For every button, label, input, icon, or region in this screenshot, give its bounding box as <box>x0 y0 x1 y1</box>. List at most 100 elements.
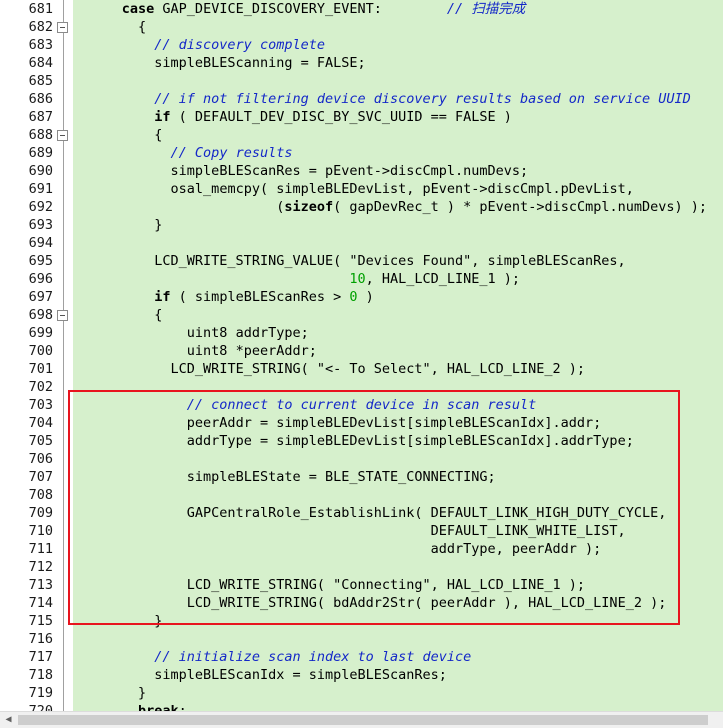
comment-token: // connect to current device in scan res… <box>186 397 537 413</box>
code-line[interactable]: 10, HAL_LCD_LINE_1 ); <box>73 270 520 288</box>
line-number: 698 <box>28 307 53 323</box>
line-number: 703 <box>28 397 53 413</box>
line-number: 699 <box>28 325 53 341</box>
code-line[interactable]: break; <box>73 702 187 711</box>
code-token: LCD_WRITE_STRING_VALUE( "Devices Found",… <box>154 253 626 269</box>
comment-token: // initialize scan index to last device <box>154 649 472 665</box>
comment-token: // discovery complete <box>154 37 325 53</box>
code-token: ) <box>357 289 374 305</box>
code-line[interactable]: { <box>73 18 146 36</box>
code-token: LCD_WRITE_STRING( bdAddr2Str( peerAddr )… <box>186 595 667 611</box>
line-number: 684 <box>28 55 53 71</box>
line-number: 702 <box>28 379 53 395</box>
code-line[interactable]: LCD_WRITE_STRING_VALUE( "Devices Found",… <box>73 252 626 270</box>
scroll-left-arrow-icon[interactable]: ◀ <box>0 712 17 728</box>
number-token: 10 <box>349 271 366 287</box>
code-token: LCD_WRITE_STRING( "<- To Select", HAL_LC… <box>170 361 586 377</box>
code-token: } <box>154 613 163 629</box>
code-line[interactable]: } <box>73 216 162 234</box>
code-token: ; <box>178 703 187 711</box>
keyword-token: if <box>154 109 171 125</box>
code-line[interactable]: // initialize scan index to last device <box>73 648 471 666</box>
code-token: uint8 addrType; <box>186 325 309 341</box>
code-token: , HAL_LCD_LINE_1 ); <box>365 271 521 287</box>
code-token: simpleBLEScanIdx = simpleBLEScanRes; <box>154 667 447 683</box>
line-number: 710 <box>28 523 53 539</box>
code-line[interactable]: simpleBLEScanRes = pEvent->discCmpl.numD… <box>73 162 529 180</box>
line-number: 718 <box>28 667 53 683</box>
line-number: 714 <box>28 595 53 611</box>
line-number: 701 <box>28 361 53 377</box>
code-token: { <box>138 19 147 35</box>
code-line[interactable]: simpleBLEScanning = FALSE; <box>73 54 366 72</box>
code-editor[interactable]: 681 682 683 684 685 686 687 688 689 690 691 692 693 6… <box>0 0 723 711</box>
code-line[interactable]: simpleBLEState = BLE_STATE_CONNECTING; <box>73 468 496 486</box>
line-number: 715 <box>28 613 53 629</box>
code-line[interactable]: LCD_WRITE_STRING( "Connecting", HAL_LCD_… <box>73 576 585 594</box>
keyword-token: sizeof <box>284 199 334 215</box>
code-line[interactable]: uint8 addrType; <box>73 324 309 342</box>
code-token: } <box>154 217 163 233</box>
line-number: 720 <box>28 703 53 711</box>
code-token: ( simpleBLEScanRes > <box>170 289 350 305</box>
code-line[interactable]: // if not filtering device discovery res… <box>73 90 691 108</box>
code-token: uint8 *peerAddr; <box>186 343 317 359</box>
line-number: 683 <box>28 37 53 53</box>
code-line[interactable]: addrType, peerAddr ); <box>73 540 602 558</box>
line-number: 697 <box>28 289 53 305</box>
keyword-token: break <box>138 703 179 711</box>
comment-token: // 扫描完成 <box>446 1 526 17</box>
code-line[interactable]: (sizeof( gapDevRec_t ) * pEvent->discCmp… <box>73 198 707 216</box>
code-token: ( DEFAULT_DEV_DISC_BY_SVC_UUID == FALSE … <box>170 109 512 125</box>
keyword-token: if <box>154 289 171 305</box>
code-token: peerAddr = simpleBLEDevList[simpleBLESca… <box>186 415 602 431</box>
code-line[interactable]: // Copy results <box>73 144 293 162</box>
keyword-token: case <box>121 1 155 17</box>
code-token: addrType = simpleBLEDevList[simpleBLESca… <box>186 433 634 449</box>
line-number: 681 <box>28 1 53 17</box>
code-text-area[interactable]: case GAP_DEVICE_DISCOVERY_EVENT: // 扫描完成… <box>73 0 723 711</box>
number-token: 0 <box>349 289 358 305</box>
code-line[interactable]: // connect to current device in scan res… <box>73 396 537 414</box>
code-line[interactable]: osal_memcpy( simpleBLEDevList, pEvent->d… <box>73 180 634 198</box>
code-line[interactable]: peerAddr = simpleBLEDevList[simpleBLESca… <box>73 414 602 432</box>
code-line[interactable]: simpleBLEScanIdx = simpleBLEScanRes; <box>73 666 447 684</box>
line-number-gutter: 681 682 683 684 685 686 687 688 689 690 691 692 693 6… <box>0 0 57 711</box>
line-number: 692 <box>28 199 53 215</box>
code-line[interactable]: } <box>73 684 146 702</box>
line-number: 707 <box>28 469 53 485</box>
code-line[interactable]: LCD_WRITE_STRING( bdAddr2Str( peerAddr )… <box>73 594 667 612</box>
code-token: simpleBLEScanning = FALSE; <box>154 55 366 71</box>
line-number: 682 <box>28 19 53 35</box>
code-line[interactable]: uint8 *peerAddr; <box>73 342 317 360</box>
code-token: GAP_DEVICE_DISCOVERY_EVENT: <box>154 1 447 17</box>
fold-minus-icon[interactable] <box>57 22 68 33</box>
horizontal-scrollbar[interactable]: ◀ <box>0 711 723 728</box>
line-number: 695 <box>28 253 53 269</box>
code-line[interactable]: } <box>73 612 162 630</box>
code-token: { <box>154 307 163 323</box>
code-token: ( gapDevRec_t ) * pEvent->discCmpl.numDe… <box>333 199 707 215</box>
line-number: 717 <box>28 649 53 665</box>
line-number: 696 <box>28 271 53 287</box>
code-line[interactable]: if ( simpleBLEScanRes > 0 ) <box>73 288 374 306</box>
code-token: simpleBLEState = BLE_STATE_CONNECTING; <box>186 469 496 485</box>
line-number: 686 <box>28 91 53 107</box>
line-number: 689 <box>28 145 53 161</box>
code-token: { <box>154 127 163 143</box>
code-line[interactable]: { <box>73 306 162 324</box>
comment-token: // if not filtering device discovery res… <box>154 91 691 107</box>
fold-guide-line <box>63 0 64 711</box>
fold-minus-icon[interactable] <box>57 310 68 321</box>
scrollbar-thumb[interactable] <box>18 715 708 725</box>
code-line[interactable]: DEFAULT_LINK_WHITE_LIST, <box>73 522 626 540</box>
code-line[interactable]: GAPCentralRole_EstablishLink( DEFAULT_LI… <box>73 504 667 522</box>
code-line[interactable]: // discovery complete <box>73 36 325 54</box>
code-line[interactable]: { <box>73 126 162 144</box>
code-line[interactable]: LCD_WRITE_STRING( "<- To Select", HAL_LC… <box>73 360 586 378</box>
code-token: LCD_WRITE_STRING( "Connecting", HAL_LCD_… <box>186 577 586 593</box>
code-line[interactable]: addrType = simpleBLEDevList[simpleBLESca… <box>73 432 634 450</box>
code-line[interactable]: if ( DEFAULT_DEV_DISC_BY_SVC_UUID == FAL… <box>73 108 512 126</box>
fold-minus-icon[interactable] <box>57 130 68 141</box>
code-line[interactable]: case GAP_DEVICE_DISCOVERY_EVENT: // 扫描完成 <box>73 0 526 18</box>
